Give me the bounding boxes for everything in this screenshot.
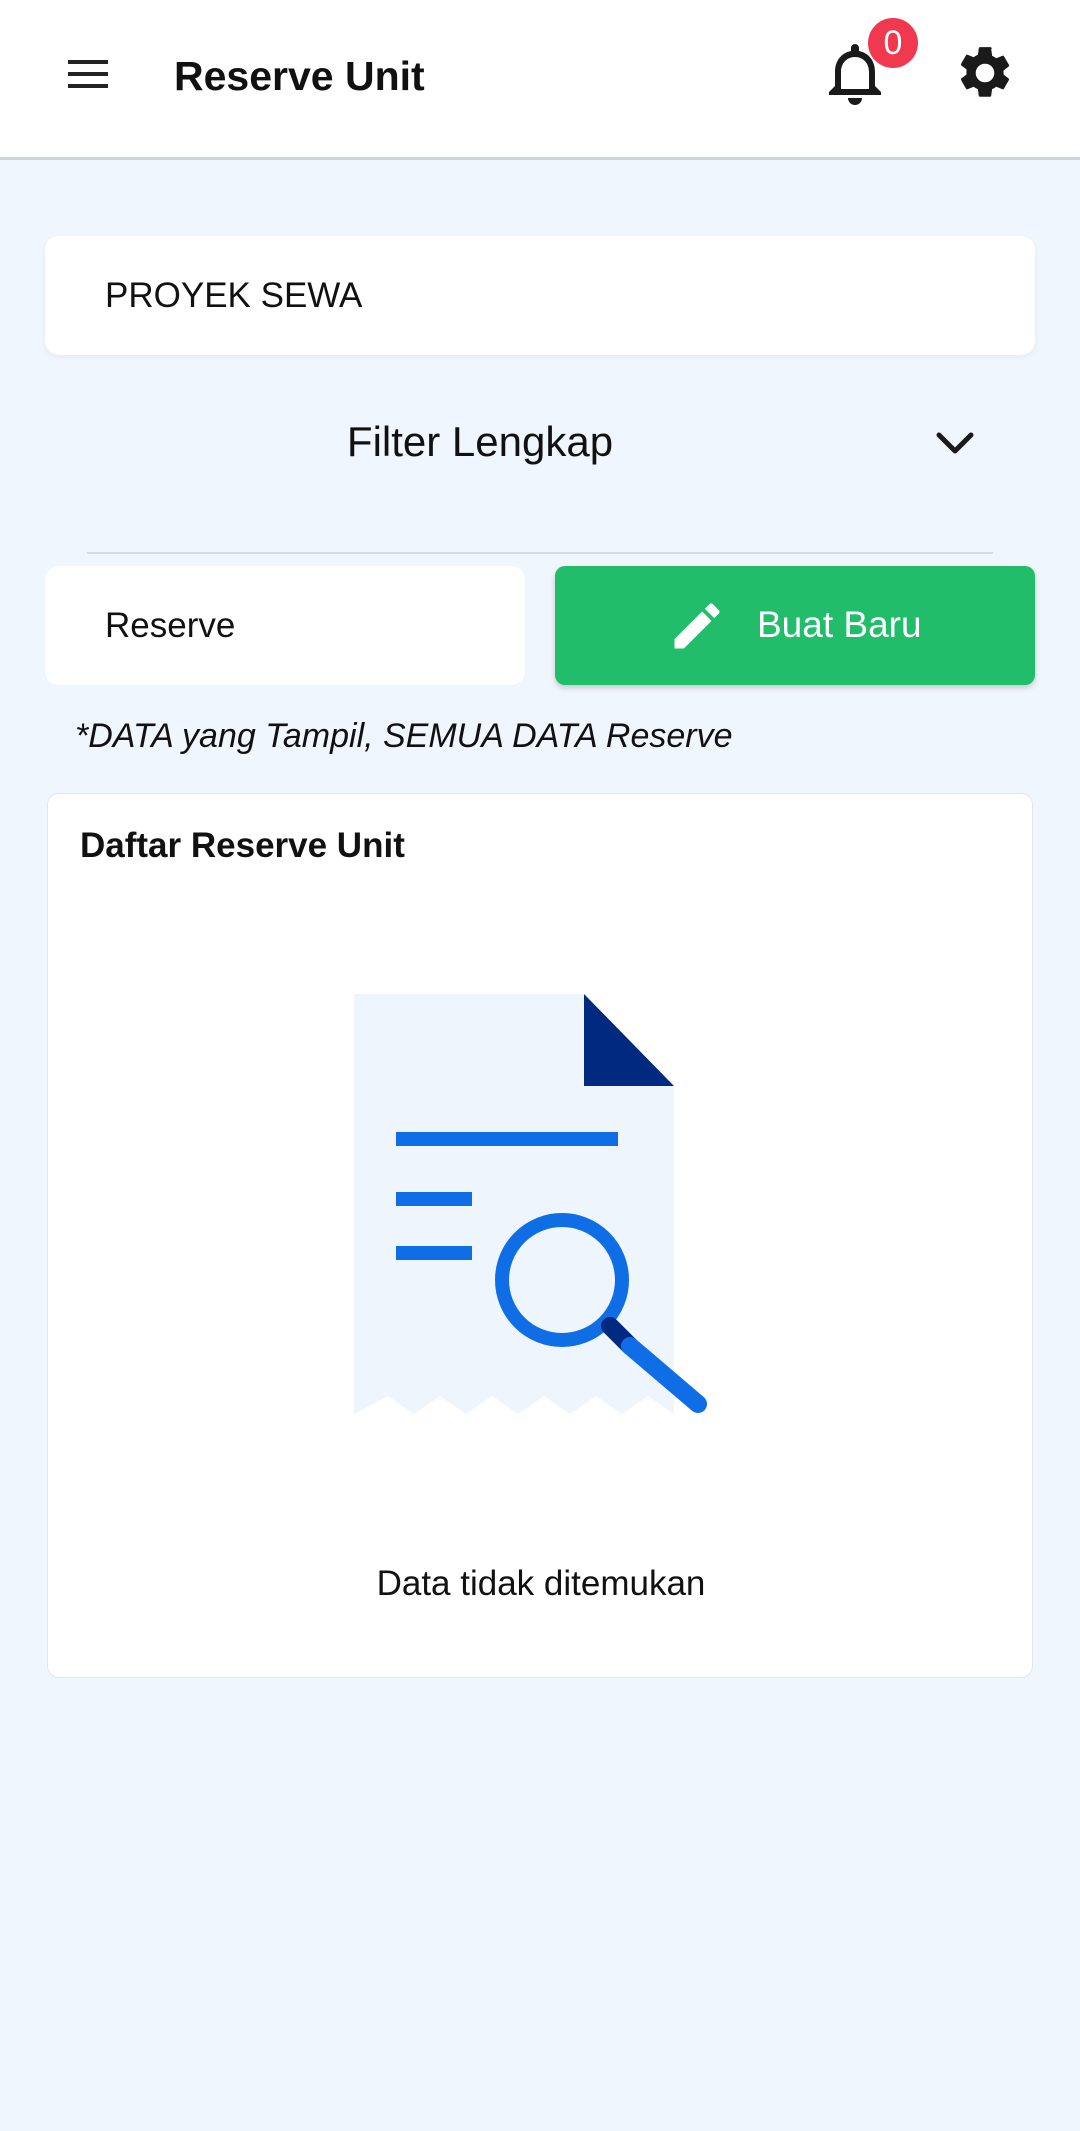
settings-button[interactable] [948,36,1022,110]
divider [87,552,993,554]
create-new-label: Buat Baru [757,604,922,645]
app-bar: Reserve Unit 0 [0,0,1080,160]
notification-count-badge: 0 [868,18,918,68]
full-filter-toggle[interactable]: Filter Lengkap [45,390,1035,494]
create-new-button[interactable]: Buat Baru [555,566,1035,685]
project-select-value: PROYEK SEWA [105,276,363,315]
reserve-type-select[interactable]: Reserve [45,566,525,685]
data-note: *DATA yang Tampil, SEMUA DATA Reserve [75,717,733,755]
menu-icon [68,60,108,88]
chevron-down-icon [925,414,985,474]
card-title: Daftar Reserve Unit [80,826,405,865]
project-select[interactable]: PROYEK SEWA [45,236,1035,355]
filter-label: Filter Lengkap [346,418,614,465]
empty-state-message: Data tidak ditemukan [376,1564,706,1603]
page-title: Reserve Unit [174,53,425,99]
menu-button[interactable] [56,46,120,102]
document-search-icon [354,994,707,1414]
gear-icon [960,47,1010,97]
pencil-icon [674,603,720,649]
reserve-list-card: Daftar Reserve Unit Data tidak ditemukan [47,793,1033,1678]
reserve-type-value: Reserve [105,606,236,645]
